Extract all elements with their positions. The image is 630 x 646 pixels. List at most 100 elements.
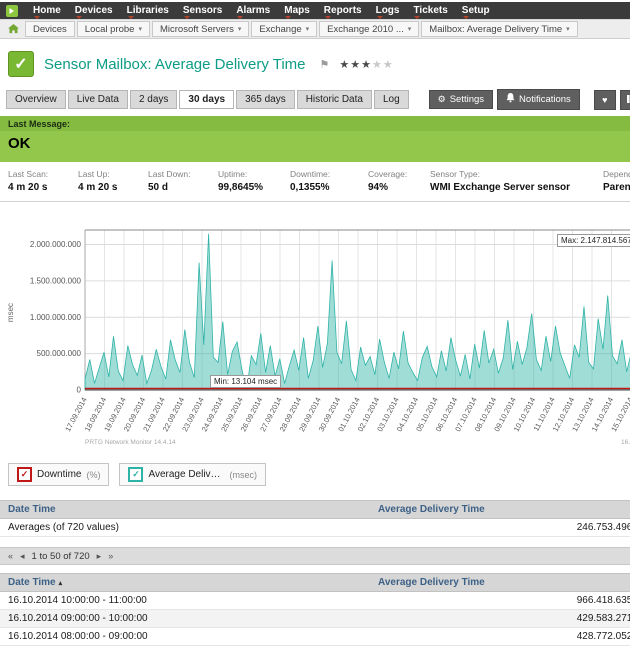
breadcrumb-item-mailbox-average-delivery-time[interactable]: Mailbox: Average Delivery Time ▾ <box>421 21 578 37</box>
pause-button[interactable] <box>619 89 630 110</box>
legend-unit: (%) <box>86 469 101 480</box>
breadcrumb-label: Exchange 2010 ... <box>327 23 404 35</box>
detail-table: Date Time ▴ Average Delivery Time 16.10.… <box>0 573 630 646</box>
table-row[interactable]: Averages (of 720 values) 246.753.496 msec <box>0 519 630 537</box>
table-row[interactable]: 16.10.2014 09:00:00 - 10:00:00 429.583.27… <box>0 610 630 628</box>
topnav-item-libraries[interactable]: Libraries <box>120 5 176 19</box>
chart-legend: ✓ Downtime (%) ✓ Average Delivery Time (msec) <box>0 453 630 494</box>
svg-text:1.500.000.000: 1.500.000.000 <box>30 276 82 285</box>
star-icon[interactable]: ★ <box>339 59 350 71</box>
tab-live-data[interactable]: Live Data <box>67 90 128 109</box>
detail-table-body: 16.10.2014 10:00:00 - 11:00:00 966.418.63… <box>0 592 630 646</box>
status-label: Uptime: <box>218 169 248 179</box>
topnav-item-reports[interactable]: Reports <box>317 5 369 19</box>
notifications-button[interactable]: Notifications <box>497 89 580 110</box>
status-field-last-down: Last Down: 50 d <box>148 169 218 193</box>
tab-overview[interactable]: Overview <box>6 90 66 109</box>
bell-icon <box>506 93 515 106</box>
topnav-item-home[interactable]: Home <box>26 5 68 19</box>
topnav-item-devices[interactable]: Devices <box>68 5 120 19</box>
breadcrumb-item-microsoft-servers[interactable]: Microsoft Servers ▾ <box>151 21 250 37</box>
main-menu: Home Devices Libraries Sensors Alarms Maps Rep… <box>26 5 497 19</box>
legend-item-downtime[interactable]: ✓ Downtime (%) <box>8 463 110 486</box>
favorite-button[interactable]: ♥ <box>593 89 616 110</box>
checkbox-icon[interactable]: ✓ <box>128 467 144 482</box>
status-field-downtime: Downtime: 0,1355% <box>290 169 368 193</box>
breadcrumb-label: Mailbox: Average Delivery Time <box>429 23 563 35</box>
title-bar: ✓ Sensor Mailbox: Average Delivery Time … <box>0 39 630 85</box>
star-icon[interactable]: ★ <box>361 59 372 71</box>
chart-min-annotation: Min: 13.104 msec <box>210 375 282 388</box>
cell-value: 428.772.052 msec <box>576 631 630 642</box>
tab-log[interactable]: Log <box>373 90 409 109</box>
star-icon[interactable]: ★ <box>350 59 361 71</box>
status-label: Last Scan: <box>8 169 49 179</box>
table-row[interactable]: 16.10.2014 10:00:00 - 11:00:00 966.418.63… <box>0 592 630 610</box>
tab-historic-data[interactable]: Historic Data <box>296 90 372 109</box>
first-page-icon[interactable]: « <box>8 551 13 561</box>
status-label: Sensor Type: <box>430 169 480 179</box>
breadcrumb-items: Devices Local probe ▾ Microsoft Servers ▾ Exc… <box>23 20 578 38</box>
detail-table-header: Date Time ▴ Average Delivery Time <box>0 573 630 592</box>
breadcrumb-label: Local probe <box>84 23 135 35</box>
star-icon[interactable]: ★ <box>372 59 383 71</box>
status-field-coverage: Coverage: 94% <box>368 169 430 193</box>
status-field-last-up: Last Up: 4 m 20 s <box>78 169 148 193</box>
priority-stars[interactable]: ★★★★★ <box>339 58 393 71</box>
status-label: Last Down: <box>148 169 191 179</box>
svg-text:0: 0 <box>77 386 82 395</box>
status-label: Last Up: <box>78 169 110 179</box>
topnav-item-logs[interactable]: Logs <box>369 5 407 19</box>
breadcrumb-item-exchange[interactable]: Exchange ▾ <box>251 21 318 37</box>
column-header-average-delivery-time[interactable]: Average Delivery Time <box>378 577 630 588</box>
status-value: 94% <box>368 182 389 193</box>
chart-card: msec 0 500.000.000 1.000.000.000 1.500.000.… <box>5 208 630 453</box>
last-message-label: Last Message: <box>0 116 630 131</box>
legend-item-average-delivery-time[interactable]: ✓ Average Delivery Time (msec) <box>119 463 266 486</box>
heart-icon: ♥ <box>602 94 608 105</box>
legend-label: Downtime <box>37 469 82 480</box>
breadcrumb-label: Exchange <box>259 23 302 35</box>
chart-watermark: PRTG Network Monitor 14.4.14 <box>85 439 176 446</box>
column-header-average-delivery-time[interactable]: Average Delivery Time <box>378 504 630 515</box>
breadcrumb: Devices Local probe ▾ Microsoft Servers ▾ Exc… <box>0 19 630 39</box>
topnav-item-tickets[interactable]: Tickets <box>406 5 454 19</box>
tab-365-days[interactable]: 365 days <box>236 90 295 109</box>
column-header-date-time[interactable]: Date Time <box>0 504 378 515</box>
star-icon[interactable]: ★ <box>383 59 394 71</box>
breadcrumb-item-local-probe[interactable]: Local probe ▾ <box>76 21 150 37</box>
topnav-item-maps[interactable]: Maps <box>277 5 317 19</box>
topnav-item-setup[interactable]: Setup <box>455 5 497 19</box>
status-field-last-scan: Last Scan: 4 m 20 s <box>8 169 78 193</box>
prev-page-icon[interactable]: ◂ <box>20 551 25 562</box>
topnav-item-sensors[interactable]: Sensors <box>176 5 229 19</box>
column-header-date-time[interactable]: Date Time ▴ <box>0 577 378 588</box>
cell-date-time: 16.10.2014 10:00:00 - 11:00:00 <box>8 595 147 606</box>
legend-label: Average Delivery Time <box>148 469 225 480</box>
notifications-label: Notifications <box>519 94 571 105</box>
last-page-icon[interactable]: » <box>108 551 113 561</box>
home-icon[interactable] <box>4 20 23 38</box>
wrench-icon: ⚙ <box>437 94 446 104</box>
cell-value: 966.418.635 msec <box>576 595 630 606</box>
tab-30-days[interactable]: 30 days <box>179 90 235 109</box>
breadcrumb-item-exchange-2010[interactable]: Exchange 2010 ... ▾ <box>319 21 420 37</box>
chart-y-axis-label: msec <box>6 302 16 323</box>
checkbox-icon[interactable]: ✓ <box>17 467 32 482</box>
chart-date-stamp: 16.10.2014 <box>621 439 630 446</box>
tabs: Overview Live Data 2 days 30 days 365 days Hi… <box>6 90 411 109</box>
priority-flag-icon[interactable]: ⚑ <box>320 58 330 71</box>
next-page-icon[interactable]: ▸ <box>97 551 102 562</box>
tab-2-days[interactable]: 2 days <box>129 90 178 109</box>
status-field-dependency: Dependency: Parent <box>603 169 630 193</box>
column-header-label: Date Time <box>8 504 56 515</box>
prtg-logo-icon[interactable] <box>6 4 18 17</box>
topnav-item-alarms[interactable]: Alarms <box>229 5 277 19</box>
summary-table-header: Date Time Average Delivery Time <box>0 500 630 519</box>
settings-button[interactable]: ⚙ Settings <box>428 90 494 109</box>
status-value: Parent <box>603 182 630 193</box>
breadcrumb-label: Devices <box>33 23 67 35</box>
breadcrumb-item-devices[interactable]: Devices <box>25 21 75 37</box>
table-row[interactable]: 16.10.2014 08:00:00 - 09:00:00 428.772.05… <box>0 628 630 646</box>
chevron-down-icon: ▾ <box>305 26 310 33</box>
